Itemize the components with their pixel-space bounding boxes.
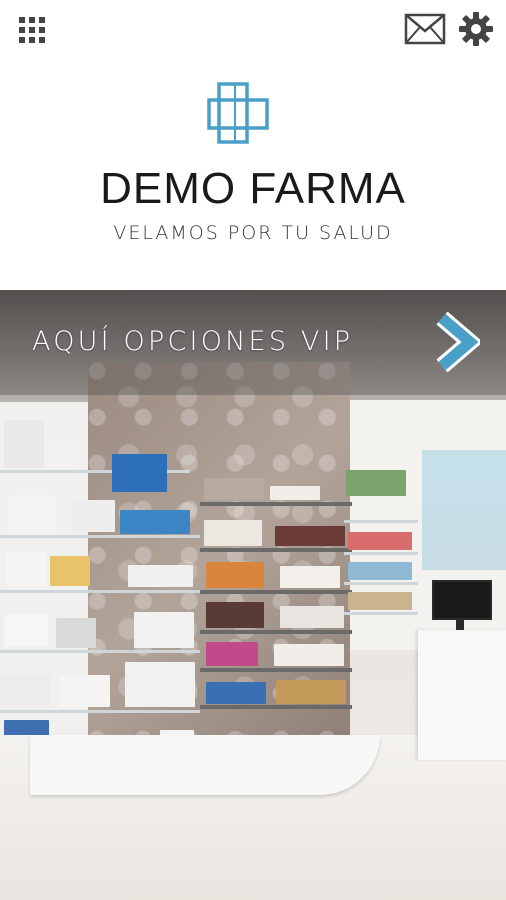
product xyxy=(276,680,346,704)
shelf xyxy=(0,650,200,653)
shelf xyxy=(0,710,200,713)
gear-icon xyxy=(459,12,493,46)
shelf xyxy=(344,520,418,523)
brand-tagline: VELAMOS POR TU SALUD xyxy=(113,222,393,244)
product xyxy=(0,675,50,707)
vip-options-banner[interactable]: AQUÍ OPCIONES VIP xyxy=(0,290,506,395)
product xyxy=(348,592,412,610)
pharmacy-logo-icon xyxy=(207,82,269,144)
product xyxy=(275,526,345,546)
shelf xyxy=(200,705,352,709)
service-counter xyxy=(418,630,506,760)
product xyxy=(348,532,412,550)
product xyxy=(70,500,115,532)
shelf xyxy=(200,502,352,506)
product xyxy=(6,552,46,586)
product xyxy=(125,662,195,707)
product xyxy=(4,615,48,647)
shelf xyxy=(200,630,352,634)
product xyxy=(4,420,44,468)
shelf xyxy=(344,552,418,555)
envelope-icon xyxy=(404,13,446,45)
glass-display-case xyxy=(422,450,506,570)
product xyxy=(206,682,266,704)
shelf xyxy=(0,535,200,538)
vip-banner-label: AQUÍ OPCIONES VIP xyxy=(32,326,354,357)
product xyxy=(280,606,344,628)
product xyxy=(60,675,110,707)
settings-button[interactable] xyxy=(454,8,498,50)
shelf xyxy=(344,612,418,615)
product xyxy=(280,566,340,588)
mail-button[interactable] xyxy=(402,10,448,48)
shelf xyxy=(344,582,418,585)
brand-name: DEMO FARMA xyxy=(100,164,406,213)
shelf xyxy=(200,548,352,552)
product xyxy=(206,562,264,588)
shelf xyxy=(0,590,200,593)
curved-counter xyxy=(30,735,380,795)
grid-menu-icon xyxy=(19,17,45,43)
product xyxy=(134,612,194,648)
wall-picture xyxy=(346,470,406,496)
product xyxy=(206,642,258,666)
product xyxy=(204,520,262,546)
grid-menu-button[interactable] xyxy=(14,12,50,48)
product xyxy=(8,495,56,533)
shelf xyxy=(200,590,352,594)
chevron-right-icon[interactable] xyxy=(434,312,480,372)
product xyxy=(348,562,412,580)
product xyxy=(270,486,320,500)
top-bar xyxy=(0,0,506,60)
product xyxy=(274,644,344,666)
product xyxy=(206,602,264,628)
brand-header: DEMO FARMA VELAMOS POR TU SALUD xyxy=(0,60,506,290)
product xyxy=(56,618,96,648)
product xyxy=(48,440,78,468)
product xyxy=(120,510,190,534)
monitor-stand xyxy=(456,618,464,630)
shelf xyxy=(200,668,352,672)
product xyxy=(112,454,167,492)
product xyxy=(204,478,264,500)
computer-monitor xyxy=(432,580,492,620)
app-screen: DEMO FARMA VELAMOS POR TU SALUD AQUÍ OPC… xyxy=(0,0,506,900)
product xyxy=(50,556,90,586)
product xyxy=(128,565,193,587)
